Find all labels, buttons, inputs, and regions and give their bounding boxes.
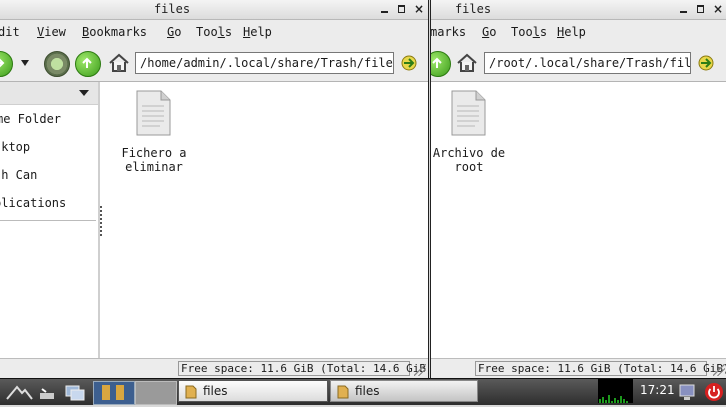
minimize-button[interactable] — [380, 2, 390, 16]
menu-edit[interactable]: Edit — [0, 25, 20, 39]
pane-resize-handle[interactable] — [100, 206, 102, 238]
status-bar: Free space: 11.6 GiB (Total: 14.6 GiB) — [431, 358, 726, 378]
reload-button[interactable] — [44, 51, 70, 77]
folder-icon — [185, 385, 197, 399]
content-area: Archivo de root — [431, 82, 726, 359]
document-icon — [136, 90, 171, 136]
up-button[interactable] — [75, 51, 101, 77]
menu-help[interactable]: Help — [557, 25, 586, 39]
cpu-graph-icon — [599, 395, 628, 403]
home-button[interactable] — [455, 51, 479, 75]
cpu-monitor — [598, 379, 633, 403]
taskbar-item-files[interactable]: files — [330, 380, 478, 402]
close-button[interactable]: × — [713, 2, 723, 16]
close-button[interactable]: × — [414, 2, 424, 16]
network-icon[interactable] — [677, 381, 697, 403]
location-input[interactable]: /root/.local/share/Trash/files — [484, 52, 691, 74]
arrow-up-icon — [82, 57, 92, 68]
arrow-right-icon — [0, 58, 5, 68]
sidebar-item-trash-can[interactable]: sh Can — [0, 168, 98, 186]
sidebar-item-desktop[interactable]: sktop — [0, 140, 98, 158]
resize-grip[interactable] — [713, 364, 725, 376]
home-icon — [457, 53, 477, 72]
menu-bookmarks[interactable]: Bookmarks — [82, 25, 147, 39]
go-arrow-icon — [698, 55, 714, 71]
folder-icon — [337, 385, 349, 399]
chevron-down-icon — [79, 90, 89, 96]
menu-bar: Edit View Bookmarks Go Tools Help — [0, 20, 428, 44]
document-icon — [451, 90, 486, 136]
menu-go[interactable]: Go — [167, 25, 181, 39]
menu-go[interactable]: Go — [482, 25, 496, 39]
content-area: me Folder sktop sh Can plications Ficher… — [0, 82, 428, 359]
file-item[interactable]: Fichero a eliminar — [118, 90, 190, 180]
minimize-button[interactable] — [679, 2, 689, 16]
menu-view[interactable]: View — [37, 25, 66, 39]
go-button[interactable] — [697, 55, 715, 71]
arrow-up-icon — [432, 57, 442, 68]
clock[interactable]: 17:21 — [640, 383, 675, 397]
taskbar-item-files[interactable]: files — [178, 380, 328, 402]
start-menu-icon[interactable] — [4, 381, 34, 403]
window-title: files — [153, 2, 191, 16]
forward-button[interactable] — [0, 51, 13, 77]
file-name: Archivo de root — [432, 146, 506, 174]
sidebar-item-home-folder[interactable]: me Folder — [0, 112, 98, 130]
home-button[interactable] — [107, 51, 131, 75]
power-icon[interactable] — [704, 381, 724, 403]
terminal-icon[interactable] — [38, 381, 56, 403]
home-icon — [109, 53, 129, 72]
file-name: Fichero a eliminar — [121, 146, 187, 174]
file-manager-window-root[interactable]: files × marks Go Tools Help /root/.local… — [430, 0, 726, 378]
sidebar-item-applications[interactable]: plications — [0, 196, 98, 214]
toolbar: /home/admin/.local/share/Trash/files — [0, 45, 428, 82]
location-input[interactable]: /home/admin/.local/share/Trash/files — [135, 52, 394, 74]
file-manager-window-admin[interactable]: files × Edit View Bookmarks Go Tools Hel… — [0, 0, 429, 378]
window-switcher-icon[interactable] — [64, 381, 86, 403]
go-arrow-icon — [401, 55, 417, 71]
menu-tools[interactable]: Tools — [511, 25, 547, 39]
sidebar-divider — [0, 220, 96, 221]
maximize-button[interactable] — [696, 2, 706, 16]
desktop-pager-2[interactable] — [135, 381, 177, 405]
side-pane-selector[interactable] — [0, 82, 98, 105]
window-title: files — [454, 2, 492, 16]
menu-bookmarks[interactable]: marks — [431, 25, 466, 39]
menu-tools[interactable]: Tools — [196, 25, 232, 39]
maximize-button[interactable] — [397, 2, 407, 16]
menu-help[interactable]: Help — [243, 25, 272, 39]
folder-icon — [102, 385, 124, 400]
file-item[interactable]: Archivo de root — [433, 90, 505, 180]
history-dropdown-button[interactable] — [20, 51, 30, 75]
status-bar: Free space: 11.6 GiB (Total: 14.6 GiB) — [0, 358, 428, 378]
up-button[interactable] — [431, 51, 451, 77]
side-pane: me Folder sktop sh Can plications — [0, 82, 102, 359]
free-space-label: Free space: 11.6 GiB (Total: 14.6 GiB) — [178, 361, 428, 376]
title-bar[interactable]: files × — [431, 0, 726, 20]
title-bar[interactable]: files × — [0, 0, 428, 20]
go-button[interactable] — [400, 55, 418, 71]
resize-grip[interactable] — [414, 364, 426, 376]
free-space-label: Free space: 11.6 GiB (Total: 14.6 GiB) — [475, 361, 726, 376]
toolbar: /root/.local/share/Trash/files — [431, 45, 726, 82]
desktop-pager[interactable] — [93, 381, 135, 405]
menu-bar: marks Go Tools Help — [431, 20, 726, 44]
taskbar: files files 17:21 — [0, 378, 726, 405]
